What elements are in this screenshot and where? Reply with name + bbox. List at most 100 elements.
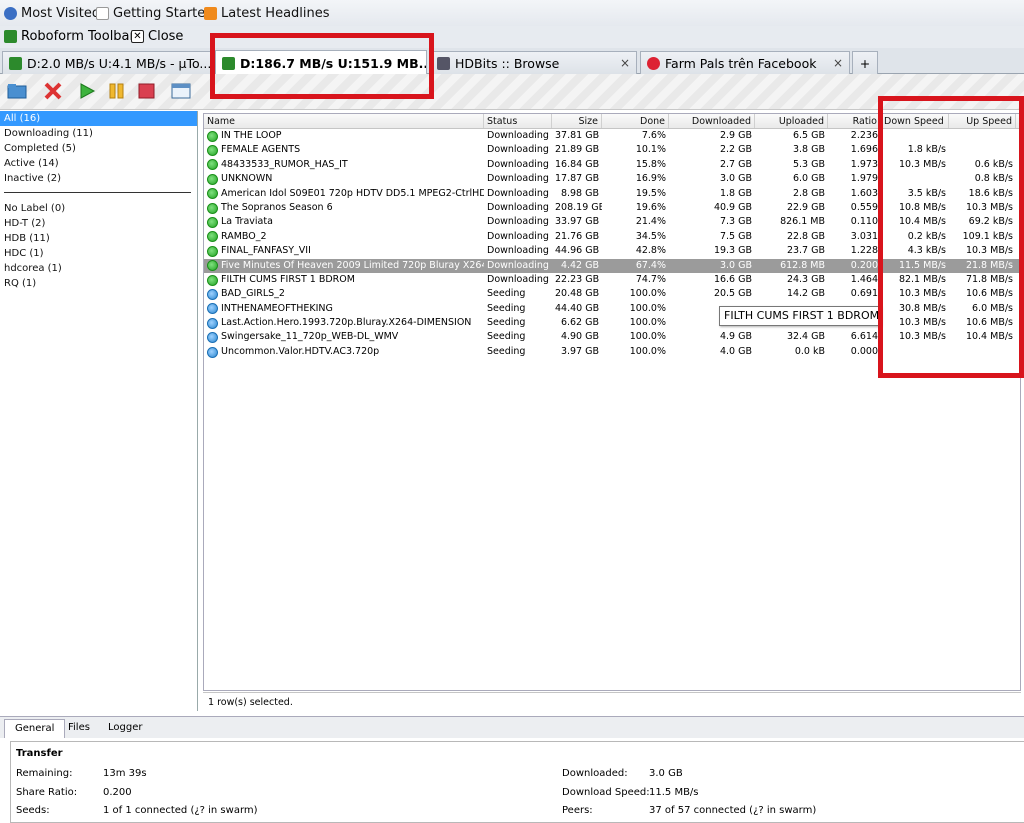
- column-done[interactable]: Done: [602, 114, 669, 128]
- sidebar-item-hd-t[interactable]: HD-T (2): [0, 216, 197, 231]
- sidebar-item-active[interactable]: Active (14): [0, 156, 197, 171]
- sidebar-item-hdc[interactable]: HDC (1): [0, 246, 197, 261]
- roboform-toolbar: Roboform Toolbar ✕ Close: [0, 26, 1024, 48]
- torrent-name: Five Minutes Of Heaven 2009 Limited 720p…: [221, 259, 484, 271]
- torrent-name: 48433533_RUMOR_HAS_IT: [221, 158, 348, 170]
- cell-downloaded: 2.2 GB: [719, 144, 752, 156]
- preferences-button[interactable]: [170, 81, 192, 101]
- downloading-status-icon: [207, 217, 218, 229]
- cell-status: Downloading: [487, 201, 549, 213]
- sidebar-item-inactive[interactable]: Inactive (2): [0, 171, 197, 186]
- cell-uploaded: 23.7 GB: [786, 245, 825, 257]
- remaining-label: Remaining:: [16, 768, 73, 779]
- stop-button[interactable]: [136, 81, 158, 101]
- sidebar-item-hdcorea[interactable]: hdcorea (1): [0, 261, 197, 276]
- cell-downloaded: 2.7 GB: [719, 158, 752, 170]
- downloading-status-icon: [207, 145, 218, 157]
- cell-done: 15.8%: [635, 158, 666, 170]
- cell-uploaded: 24.3 GB: [786, 273, 825, 285]
- new-tab-button[interactable]: +: [852, 51, 878, 74]
- column-size[interactable]: Size: [552, 114, 602, 128]
- open-torrent-button[interactable]: [6, 81, 28, 101]
- cell-size: 6.62 GB: [560, 317, 599, 329]
- cell-uploaded: 6.5 GB: [792, 130, 825, 141]
- sidebar-item-no-label[interactable]: No Label (0): [0, 201, 197, 216]
- torrent-name: IN THE LOOP: [221, 130, 282, 141]
- seeding-status-icon: [207, 332, 218, 344]
- downloading-status-icon: [207, 260, 218, 272]
- torrent-name: Last.Action.Hero.1993.720p.Bluray.X264-D…: [221, 317, 472, 329]
- bookmark-most-visited[interactable]: Most Visited: [4, 6, 100, 21]
- roboform-close-button[interactable]: ✕ Close: [131, 29, 183, 44]
- sidebar-item-hdb[interactable]: HDB (11): [0, 231, 197, 246]
- cell-status: Downloading: [487, 259, 549, 271]
- column-downloaded[interactable]: Downloaded: [669, 114, 755, 128]
- sidebar-item-completed[interactable]: Completed (5): [0, 141, 197, 156]
- cell-downloaded: 40.9 GB: [713, 201, 752, 213]
- cell-status: Downloading: [487, 216, 549, 228]
- torrent-name: The Sopranos Season 6: [221, 201, 333, 213]
- tab-files[interactable]: Files: [58, 719, 100, 739]
- pause-button[interactable]: [106, 81, 128, 101]
- downloaded-value: 3.0 GB: [649, 768, 683, 779]
- cell-size: 4.42 GB: [560, 259, 599, 271]
- downloading-status-icon: [207, 202, 218, 214]
- cell-uploaded: 6.0 GB: [792, 173, 825, 185]
- roboform-toolbar-button[interactable]: Roboform Toolbar: [4, 29, 135, 44]
- label-sidebar: All (16) Downloading (11) Completed (5) …: [0, 111, 198, 711]
- cell-ratio: 6.614: [850, 331, 878, 343]
- sidebar-item-downloading[interactable]: Downloading (11): [0, 126, 197, 141]
- cell-name: FILTH CUMS FIRST 1 BDROM: [204, 273, 484, 287]
- downloading-status-icon: [207, 231, 218, 243]
- cell-size: 37.81 GB: [555, 130, 600, 141]
- tab-general[interactable]: General: [4, 719, 66, 739]
- tab-close-icon[interactable]: ×: [833, 56, 843, 70]
- browser-tab-strip: D:2.0 MB/s U:4.1 MB/s - µTo... × D:186.7…: [0, 48, 1024, 75]
- detail-tabs: General Files Logger: [0, 716, 1024, 739]
- sidebar-item-all[interactable]: All (16): [0, 111, 197, 126]
- peers-label: Peers:: [562, 805, 593, 816]
- tab-farm-pals[interactable]: Farm Pals trên Facebook ×: [640, 51, 850, 74]
- downloading-status-icon: [207, 274, 218, 286]
- cell-uploaded: 3.8 GB: [792, 144, 825, 156]
- plus-icon: +: [859, 55, 871, 71]
- column-status[interactable]: Status: [484, 114, 552, 128]
- tab-label: Farm Pals trên Facebook: [665, 55, 817, 71]
- cell-done: 74.7%: [635, 273, 666, 285]
- tab-utorrent-1[interactable]: D:2.0 MB/s U:4.1 MB/s - µTo... ×: [2, 51, 212, 74]
- cell-done: 19.5%: [635, 187, 666, 199]
- remaining-value: 13m 39s: [103, 768, 147, 779]
- row-tooltip: FILTH CUMS FIRST 1 BDROM: [719, 306, 881, 326]
- cell-name: INTHENAMEOFTHEKING: [204, 302, 484, 316]
- remove-torrent-button[interactable]: [42, 81, 64, 101]
- torrent-name: Uncommon.Valor.HDTV.AC3.720p: [221, 345, 380, 357]
- start-button[interactable]: [76, 81, 98, 101]
- cell-done: 16.9%: [635, 173, 666, 185]
- sidebar-item-rq[interactable]: RQ (1): [0, 276, 197, 291]
- download-speed-value: 11.5 MB/s: [649, 787, 699, 798]
- tab-close-icon[interactable]: ×: [620, 56, 630, 70]
- torrent-name: Swingersake_11_720p_WEB-DL_WMV: [221, 331, 399, 343]
- downloading-status-icon: [207, 130, 218, 142]
- selection-status: 1 row(s) selected.: [203, 692, 1021, 712]
- cell-name: Last.Action.Hero.1993.720p.Bluray.X264-D…: [204, 316, 484, 330]
- cell-name: FEMALE AGENTS: [204, 143, 484, 157]
- downloading-status-icon: [207, 173, 218, 185]
- tab-hdbits[interactable]: HDBits :: Browse ×: [430, 51, 637, 74]
- cell-status: Seeding: [487, 317, 526, 329]
- remove-x-icon: [44, 82, 62, 100]
- column-ratio[interactable]: Ratio: [828, 114, 881, 128]
- bookmarks-toolbar: Most Visited Getting Started Latest Head…: [0, 0, 1024, 28]
- cell-uploaded: 826.1 MB: [780, 216, 825, 228]
- bookmark-latest-headlines[interactable]: Latest Headlines: [204, 6, 330, 21]
- cell-ratio: 0.000: [850, 345, 878, 357]
- column-uploaded[interactable]: Uploaded: [755, 114, 828, 128]
- torrent-name: RAMBO_2: [221, 230, 267, 242]
- column-name[interactable]: Name: [204, 114, 484, 128]
- bookmark-getting-started[interactable]: Getting Started: [96, 6, 214, 21]
- tab-logger[interactable]: Logger: [98, 719, 152, 739]
- cell-name: 48433533_RUMOR_HAS_IT: [204, 158, 484, 172]
- cell-size: 208.19 GB: [555, 201, 602, 213]
- cell-name: Swingersake_11_720p_WEB-DL_WMV: [204, 330, 484, 344]
- cell-size: 33.97 GB: [555, 216, 600, 228]
